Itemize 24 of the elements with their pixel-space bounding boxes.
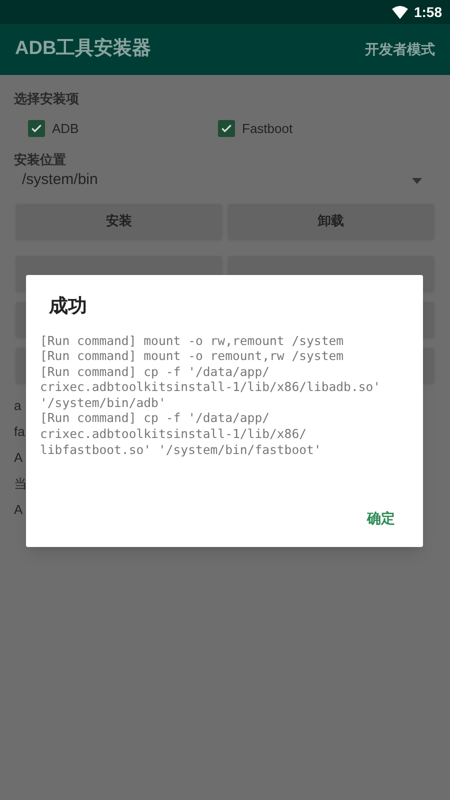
checkbox[interactable] bbox=[28, 120, 45, 137]
developer-mode-button[interactable]: 开发者模式 bbox=[365, 39, 435, 60]
app-title: ADB工具安装器 bbox=[15, 36, 152, 62]
confirm-button[interactable]: 确定 bbox=[367, 508, 395, 529]
action-button[interactable]: 安装 bbox=[16, 204, 222, 238]
info-text: fa bbox=[14, 422, 25, 440]
info-text: 当 bbox=[14, 474, 27, 492]
info-text: A bbox=[14, 448, 23, 466]
section-label: 选择安装项 bbox=[14, 90, 80, 108]
location-dropdown[interactable]: /system/bin bbox=[14, 170, 436, 192]
info-text: A bbox=[14, 500, 23, 518]
wifi-icon bbox=[392, 6, 408, 18]
check-icon bbox=[220, 122, 233, 135]
command-log: [Run command] mount -o rw,remount /system [Run command] mount -o remount,rw /system [Run command] cp -f '/data/app/ crixec.adbtoolkitsinstall-1/lib/x86/libadb.so' '/system/bin/adb' [Run command] cp -f '/data/app/ crixec.adbtoolkitsinstall-1/lib/x86/ libfastboot.so' '/system/bin/fastboot' bbox=[40, 334, 382, 458]
checkbox-option[interactable]: ADB bbox=[28, 118, 218, 138]
dialog-title: 成功 bbox=[48, 295, 88, 319]
info-text: a bbox=[14, 396, 22, 414]
action-button[interactable]: 卸载 bbox=[228, 204, 434, 238]
section-label: 安装位置 bbox=[14, 151, 67, 169]
checkbox-option[interactable]: Fastboot bbox=[218, 118, 408, 138]
clock: 1:58 bbox=[414, 2, 442, 22]
dropdown-arrow-icon bbox=[412, 178, 422, 184]
checkbox[interactable] bbox=[218, 120, 235, 137]
check-icon bbox=[30, 122, 43, 135]
